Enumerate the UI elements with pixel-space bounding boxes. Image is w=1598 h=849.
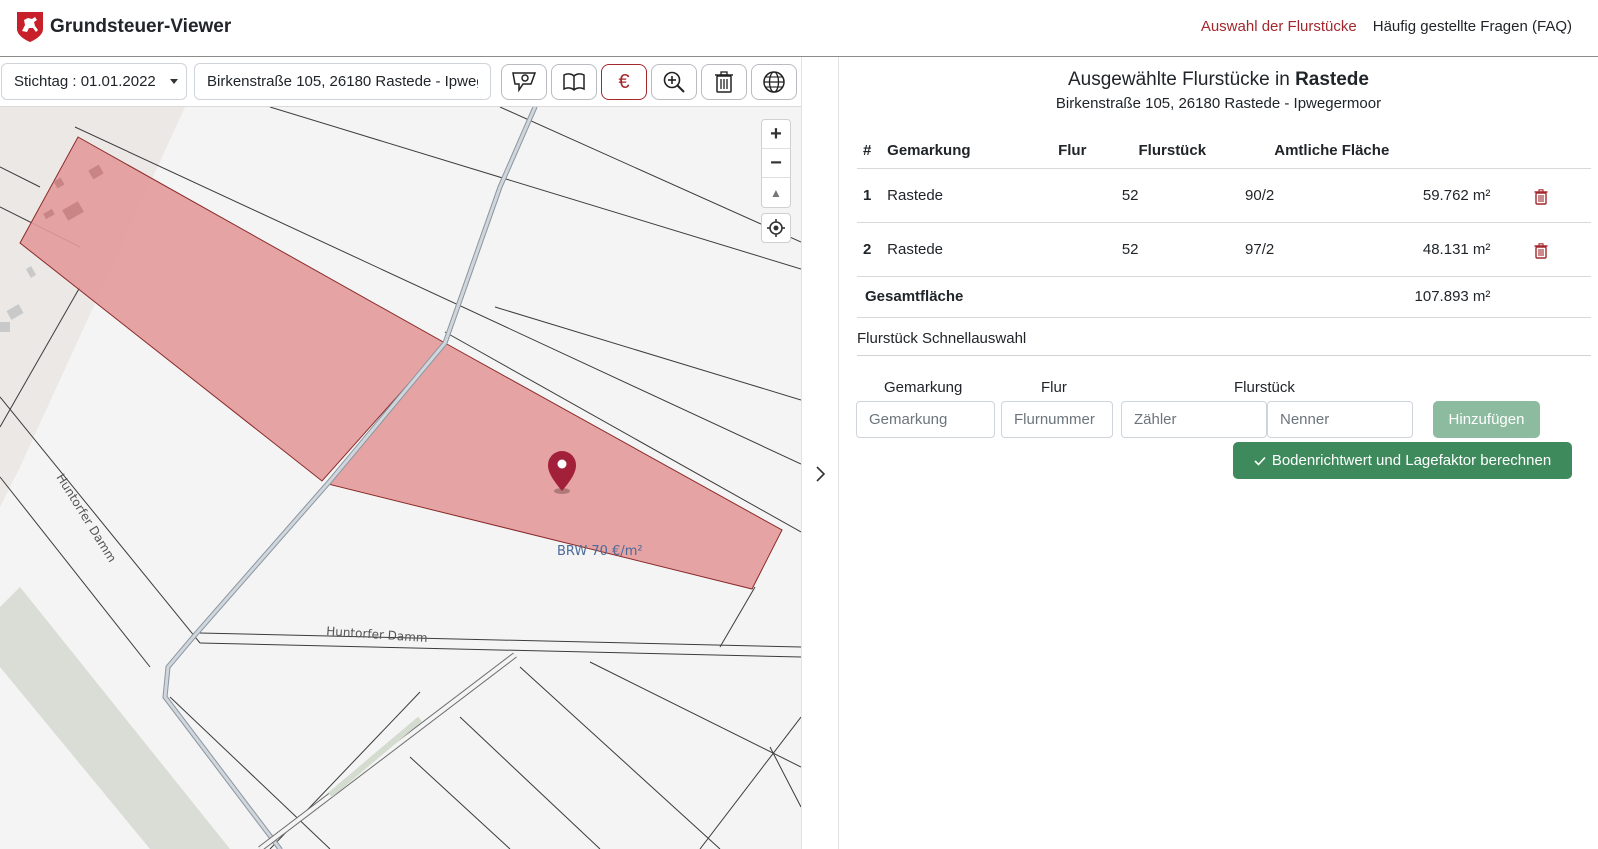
col-num: # xyxy=(857,133,888,169)
stichtag-label: Stichtag : 01.01.2022 xyxy=(14,73,156,90)
row-num: 1 xyxy=(857,168,888,223)
zoom-to-selection-button[interactable] xyxy=(651,64,697,100)
brand[interactable]: Grundsteuer-Viewer xyxy=(16,11,231,43)
zoom-in-icon xyxy=(663,71,685,93)
map-toolbar: Stichtag : 01.01.2022 € xyxy=(0,57,801,107)
row-flurstueck: 97/2 xyxy=(1138,222,1275,277)
map-panel[interactable]: Huntorfer Damm Huntorfer Damm BRW 70 €/m… xyxy=(0,57,801,849)
trash-icon xyxy=(1534,243,1548,259)
caret-down-icon xyxy=(169,79,178,84)
book-icon xyxy=(563,73,585,92)
zoom-out-button[interactable]: − xyxy=(762,149,790,178)
nenner-input[interactable] xyxy=(1267,401,1413,438)
nav-links: Auswahl der Flurstücke Häufig gestellte … xyxy=(1201,18,1572,35)
zaehler-input[interactable] xyxy=(1121,401,1267,438)
row-num: 2 xyxy=(857,222,888,277)
quick-select-title: Flurstück Schnellauswahl xyxy=(857,330,1591,356)
locate-button[interactable] xyxy=(761,213,791,243)
euro-icon: € xyxy=(618,70,630,93)
navbar: Grundsteuer-Viewer Auswahl der Flurstück… xyxy=(0,0,1598,57)
zoom-control: + − ▲ xyxy=(761,119,791,208)
saxony-horse-crest-icon xyxy=(17,12,43,42)
flur-input[interactable] xyxy=(1001,401,1113,438)
col-flurstueck: Flurstück xyxy=(1138,133,1275,169)
address-search-input[interactable] xyxy=(194,63,491,100)
col-gemarkung: Gemarkung xyxy=(887,133,1059,169)
chevron-right-icon[interactable] xyxy=(815,465,827,483)
flurstuecke-table: # Gemarkung Flur Flurstück Amtliche Fläc… xyxy=(857,133,1591,318)
trash-icon xyxy=(715,71,733,93)
panel-splitter[interactable] xyxy=(801,57,839,849)
col-flur: Flur xyxy=(1058,133,1139,169)
map-select-icon xyxy=(512,72,537,93)
panel-title-place: Rastede xyxy=(1295,69,1369,90)
calculate-label: Bodenrichtwert und Lagefaktor berechnen xyxy=(1271,452,1552,469)
row-flur: 52 xyxy=(1058,222,1139,277)
row-delete-button[interactable] xyxy=(1490,222,1591,277)
check-icon xyxy=(1254,456,1266,466)
zoom-in-button[interactable]: + xyxy=(762,120,790,149)
selection-panel: Ausgewählte Flurstücke in Rastede Birken… xyxy=(839,57,1598,849)
col-actions xyxy=(1490,133,1591,169)
book-button[interactable] xyxy=(551,64,597,100)
basemap-button[interactable] xyxy=(751,64,797,100)
compass-button[interactable]: ▲ xyxy=(762,178,790,207)
quick-label-flur: Flur xyxy=(1041,379,1067,396)
panel-title-prefix: Ausgewählte Flurstücke in xyxy=(1068,69,1296,90)
quick-label-gemarkung: Gemarkung xyxy=(884,379,963,396)
map-select-button[interactable] xyxy=(501,64,547,100)
row-flur: 52 xyxy=(1058,168,1139,223)
row-delete-button[interactable] xyxy=(1490,168,1591,223)
brw-label: BRW 70 €/m² xyxy=(557,544,643,559)
table-row: 1 Rastede 52 90/2 59.762 m² xyxy=(857,168,1591,223)
nav-link-flurstuecke[interactable]: Auswahl der Flurstücke xyxy=(1201,18,1357,35)
stichtag-dropdown[interactable]: Stichtag : 01.01.2022 xyxy=(1,63,187,100)
add-button[interactable]: Hinzufügen xyxy=(1433,401,1540,438)
crosshair-icon xyxy=(767,219,785,237)
trash-icon xyxy=(1534,189,1548,205)
row-gemarkung: Rastede xyxy=(887,222,1059,277)
euro-button[interactable]: € xyxy=(601,64,647,100)
nav-link-faq[interactable]: Häufig gestellte Fragen (FAQ) xyxy=(1373,18,1572,35)
total-label: Gesamtfläche xyxy=(857,276,1059,318)
row-flaeche: 48.131 m² xyxy=(1274,222,1491,277)
quick-label-flurstueck: Flurstück xyxy=(1234,379,1295,396)
col-flaeche: Amtliche Fläche xyxy=(1274,133,1491,169)
table-header-row: # Gemarkung Flur Flurstück Amtliche Fläc… xyxy=(857,133,1591,169)
delete-all-button[interactable] xyxy=(701,64,747,100)
row-gemarkung: Rastede xyxy=(887,168,1059,223)
row-flurstueck: 90/2 xyxy=(1138,168,1275,223)
calculate-button[interactable]: Bodenrichtwert und Lagefaktor berechnen xyxy=(1233,442,1572,479)
total-row: Gesamtfläche 107.893 m² xyxy=(857,276,1591,318)
globe-icon xyxy=(763,71,785,93)
table-row: 2 Rastede 52 97/2 48.131 m² xyxy=(857,222,1591,277)
map-canvas[interactable]: Huntorfer Damm Huntorfer Damm BRW 70 €/m… xyxy=(0,107,801,849)
gemarkung-input[interactable] xyxy=(856,401,995,438)
panel-subtitle: Birkenstraße 105, 26180 Rastede - Ipwege… xyxy=(1055,95,1382,112)
row-flaeche: 59.762 m² xyxy=(1274,168,1491,223)
app-title: Grundsteuer-Viewer xyxy=(50,16,232,37)
total-value: 107.893 m² xyxy=(1274,276,1491,318)
panel-title: Ausgewählte Flurstücke in Rastede xyxy=(839,69,1598,91)
